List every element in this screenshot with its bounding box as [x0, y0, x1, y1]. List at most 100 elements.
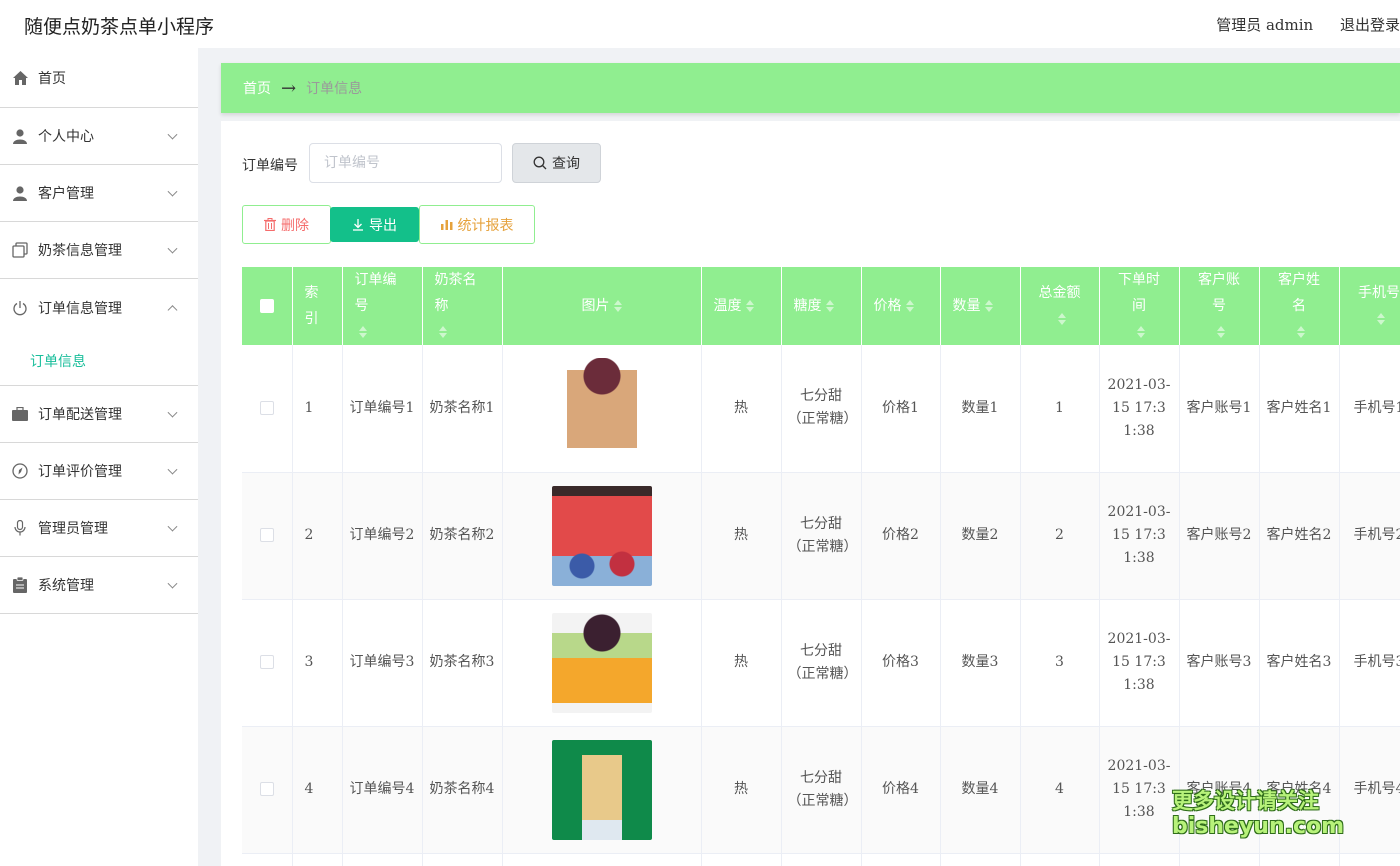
main-content: 订单编号 查询 删除 导出 统计报表 索引 订单编号 奶茶名称 图片 温度	[221, 121, 1400, 866]
row-select-cell[interactable]	[242, 726, 293, 854]
sort-icon[interactable]	[984, 300, 993, 312]
header-order-no[interactable]: 订单编号	[342, 267, 423, 345]
briefcase-icon	[12, 406, 28, 422]
header-tea-name[interactable]: 奶茶名称	[422, 267, 503, 345]
cell-temp: 热	[701, 345, 782, 473]
sidebar-item-milktea[interactable]: 奶茶信息管理	[0, 222, 198, 279]
chevron-up-icon	[167, 304, 178, 315]
row-select-cell[interactable]	[242, 472, 293, 600]
breadcrumb: 首页 → 订单信息	[221, 63, 1400, 113]
bar-chart-icon	[440, 220, 452, 230]
cell-qty: 数量2	[940, 472, 1021, 600]
cell-index: 4	[292, 726, 343, 854]
query-button[interactable]: 查询	[512, 143, 601, 183]
milk-tea-image[interactable]	[566, 358, 637, 459]
table-row[interactable]: 3 订单编号3 奶茶名称3 热 七分甜（正常糖） 价格3 数量3 3 2021-…	[242, 599, 1400, 727]
cell-temp: 热	[701, 472, 782, 600]
header-price[interactable]: 价格	[861, 267, 941, 345]
cell-order-no: 订单编号1	[342, 345, 423, 473]
row-select-cell[interactable]	[242, 599, 293, 727]
cell-empty	[1259, 853, 1340, 866]
select-all-checkbox[interactable]	[259, 299, 274, 313]
row-checkbox[interactable]	[259, 655, 274, 669]
select-all-cell[interactable]	[242, 267, 293, 345]
sort-icon[interactable]	[1137, 326, 1145, 338]
top-right-area: 管理员 admin 退出登录	[1194, 14, 1400, 35]
delete-button[interactable]: 删除	[242, 205, 331, 244]
sidebar-item-delivery[interactable]: 订单配送管理	[0, 386, 198, 443]
row-checkbox[interactable]	[259, 528, 274, 542]
row-checkbox[interactable]	[259, 400, 274, 415]
cell-empty	[1099, 853, 1180, 866]
breadcrumb-current: 订单信息	[306, 81, 363, 97]
sort-icon[interactable]	[745, 300, 754, 312]
cell-tea-name: 奶茶名称3	[422, 599, 503, 727]
milk-tea-image[interactable]	[551, 485, 652, 586]
sidebar-item-admins[interactable]: 管理员管理	[0, 500, 198, 557]
submenu-item-order-info[interactable]: 订单信息	[0, 336, 198, 386]
watermark-line2: bisheyun.com	[1172, 814, 1345, 839]
header-qty[interactable]: 数量	[940, 267, 1021, 345]
sort-icon[interactable]	[613, 300, 622, 312]
cell-price: 价格1	[861, 345, 941, 473]
export-button-label: 导出	[369, 217, 397, 234]
header-image[interactable]: 图片	[502, 267, 702, 345]
chevron-down-icon	[167, 521, 178, 532]
mic-icon	[12, 520, 28, 536]
cell-qty: 数量4	[940, 726, 1021, 854]
header-phone[interactable]: 手机号	[1339, 267, 1400, 345]
header-time[interactable]: 下单时间	[1099, 267, 1180, 345]
home-icon	[12, 70, 28, 86]
header-sugar[interactable]: 糖度	[781, 267, 862, 345]
milk-tea-image[interactable]	[551, 612, 652, 713]
sort-icon[interactable]	[1297, 326, 1305, 338]
cell-empty	[242, 853, 293, 866]
sidebar-item-profile[interactable]: 个人中心	[0, 108, 198, 165]
stats-report-button-label: 统计报表	[457, 217, 514, 234]
sort-icon[interactable]	[1377, 313, 1385, 325]
logout-link[interactable]: 退出登录	[1340, 16, 1400, 34]
milk-tea-image[interactable]	[551, 739, 652, 840]
header-account[interactable]: 客户账号	[1179, 267, 1260, 345]
cell-qty: 数量1	[940, 345, 1021, 473]
cell-temp: 热	[701, 726, 782, 854]
cell-empty	[781, 853, 862, 866]
cell-price: 价格4	[861, 726, 941, 854]
header-temp[interactable]: 温度	[701, 267, 782, 345]
table-row[interactable]: 2 订单编号2 奶茶名称2 热 七分甜（正常糖） 价格2 数量2 2 2021-…	[242, 472, 1400, 600]
query-button-label: 查询	[552, 156, 580, 172]
cell-customer-name: 客户姓名1	[1259, 345, 1340, 473]
sort-icon[interactable]	[358, 326, 367, 338]
sidebar-item-label: 管理员管理	[38, 521, 108, 537]
stats-report-button[interactable]: 统计报表	[419, 205, 535, 244]
cell-customer-name: 客户姓名3	[1259, 599, 1340, 727]
breadcrumb-home[interactable]: 首页	[243, 78, 271, 98]
clipboard-icon	[12, 577, 28, 593]
header-customer-name[interactable]: 客户姓名	[1259, 267, 1340, 345]
sidebar-item-orders[interactable]: 订单信息管理	[0, 279, 198, 336]
cell-account: 客户账号1	[1179, 345, 1260, 473]
sort-icon[interactable]	[1057, 313, 1066, 325]
row-select-cell[interactable]	[242, 345, 293, 473]
sidebar-item-home[interactable]: 首页	[0, 48, 198, 108]
sidebar-item-label: 奶茶信息管理	[38, 243, 122, 259]
sort-icon[interactable]	[438, 326, 447, 338]
cell-total: 2	[1020, 472, 1100, 600]
order-no-search-input[interactable]	[309, 143, 502, 183]
app-title: 随便点奶茶点单小程序	[24, 16, 215, 38]
cell-empty	[422, 853, 503, 866]
sidebar-item-reviews[interactable]: 订单评价管理	[0, 443, 198, 500]
header-total[interactable]: 总金额	[1020, 267, 1100, 345]
export-button[interactable]: 导出	[330, 207, 419, 242]
chevron-down-icon	[167, 407, 178, 418]
sidebar-item-system[interactable]: 系统管理	[0, 557, 198, 614]
sort-icon[interactable]	[905, 300, 914, 312]
sidebar-item-customers[interactable]: 客户管理	[0, 165, 198, 222]
sort-icon[interactable]	[1217, 326, 1225, 338]
row-checkbox[interactable]	[259, 782, 274, 796]
table-row[interactable]: 1 订单编号1 奶茶名称1 热 七分甜（正常糖） 价格1 数量1 1 2021-…	[242, 345, 1400, 473]
chevron-down-icon	[167, 243, 178, 254]
sort-icon[interactable]	[825, 300, 834, 312]
table-row[interactable]	[242, 853, 1400, 866]
cell-image	[502, 726, 702, 854]
